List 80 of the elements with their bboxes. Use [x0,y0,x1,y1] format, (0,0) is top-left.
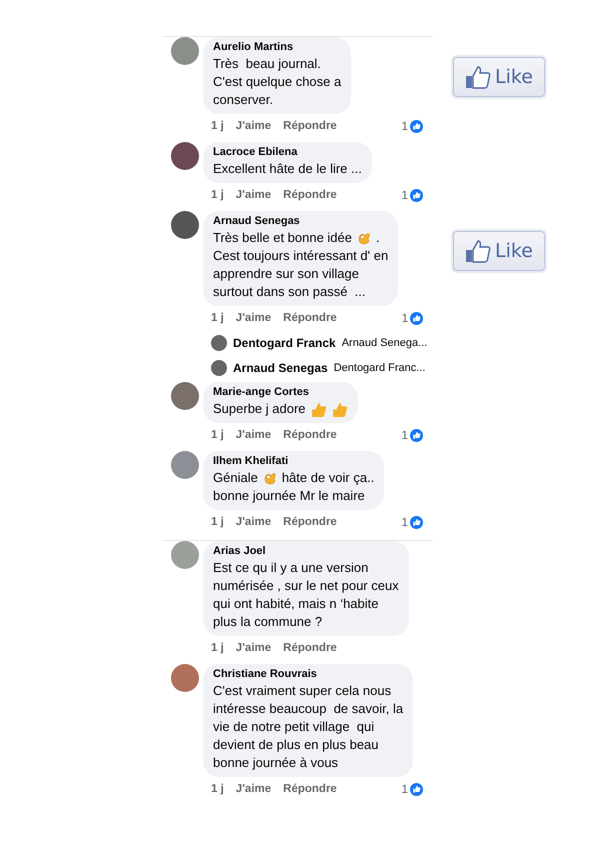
comment-text: devient de plus en plus beau [213,736,379,754]
comment-author[interactable]: Marie-ange Cortes [213,385,348,400]
like-button[interactable]: Like [453,57,545,97]
comment-time: 1 j [211,783,224,795]
comment-text: intéresse beaucoup de savoir, la [213,700,404,718]
reply-author[interactable]: Arnaud Senegas [233,360,328,374]
comment-text: Très beau journal. [213,55,321,73]
comment-text: hâte de voir ça.. [282,469,374,487]
avatar[interactable] [211,360,227,376]
like-link[interactable]: J'aime [236,189,272,201]
like-reaction-icon [410,782,423,796]
comment-text: vie de notre petit village qui [213,718,374,736]
comment-time: 1 j [211,516,224,528]
reaction-count: 1 [401,119,408,133]
reply-link[interactable]: Répondre [283,783,337,795]
avatar[interactable] [171,37,199,65]
comment-text: Est ce qu il y a une version [213,559,368,577]
comment-time: 1 j [211,429,224,441]
comment-time: 1 j [211,189,224,201]
comment-author[interactable]: Ilhem Khelifati [213,454,374,469]
avatar[interactable] [171,451,199,479]
like-button[interactable]: Like [453,231,545,271]
thumbs-up-icon [465,65,492,89]
comment-author[interactable]: Aurelio Martins [213,40,342,55]
comment-time: 1 j [211,120,224,132]
reply-link[interactable]: Répondre [283,516,337,528]
comment-text: numérisée , sur le net pour ceux [213,577,399,595]
comment-author[interactable]: Christiane Rouvrais [213,667,404,682]
like-reaction-icon [410,188,423,202]
reply-link[interactable]: Répondre [283,642,337,654]
like-reaction-icon [410,120,423,132]
comment-text: apprendre sur son village [213,265,359,283]
reply-author[interactable]: Dentogard Franck [233,336,336,350]
avatar[interactable] [171,142,199,170]
reply-link[interactable]: Répondre [283,189,337,201]
reaction-count: 1 [402,311,408,325]
comment-text: bonne journée à vous [213,754,338,772]
reaction-count: 1 [401,428,408,442]
comment-text: bonne journée Mr le maire [213,487,365,505]
comment-time: 1 j [211,642,224,654]
like-reaction-icon [410,516,423,528]
like-link[interactable]: J'aime [236,642,272,654]
reply-preview[interactable]: Arnaud Senega... [342,336,428,348]
reply-link[interactable]: Répondre [283,429,337,441]
comment-text: Très belle et bonne idée [213,229,352,247]
reply-link[interactable]: Répondre [283,312,337,324]
comment-text: plus la commune ? [213,613,322,631]
comment-author[interactable]: Lacroce Ebilena [213,145,362,160]
comment-text: C'est quelque chose a [213,73,342,91]
like-link[interactable]: J'aime [236,429,272,441]
avatar[interactable] [171,664,199,692]
comment-text: Cest toujours intéressant d' en [213,247,388,265]
avatar[interactable] [211,334,227,350]
comment-text: Superbe j adore [213,400,306,418]
comment-author[interactable]: Arnaud Senegas [213,214,388,229]
like-reaction-icon [410,428,423,442]
comment-text: . [376,229,380,247]
comment-text: Excellent hâte de le lire ... [213,160,362,178]
comment-text: surtout dans son passé ... [213,283,366,301]
like-link[interactable]: J'aime [236,120,272,132]
thumbs-up-icon [465,239,492,263]
thumbs-up-emoji-icon [330,400,348,418]
reaction-count: 1 [401,515,408,529]
like-link[interactable]: J'aime [236,312,272,324]
avatar[interactable] [171,382,199,410]
like-link[interactable]: J'aime [236,516,272,528]
reaction-count: 1 [401,782,408,796]
like-link[interactable]: J'aime [236,783,272,795]
comment-author[interactable]: Arias Joel [213,544,399,559]
reply-link[interactable]: Répondre [283,120,337,132]
reply-preview[interactable]: Dentogard Franc... [334,362,426,374]
comment-text: C'est vraiment super cela nous [213,682,392,700]
comment-text: qui ont habité, mais n ‘habite [213,595,378,613]
comment-text: conserver. [213,91,273,109]
comment-time: 1 j [211,312,224,324]
thumbs-up-emoji-icon [310,400,327,418]
comment-text: Géniale [213,469,258,487]
reaction-count: 1 [401,188,408,202]
avatar[interactable] [171,211,199,239]
like-reaction-icon [410,312,424,324]
